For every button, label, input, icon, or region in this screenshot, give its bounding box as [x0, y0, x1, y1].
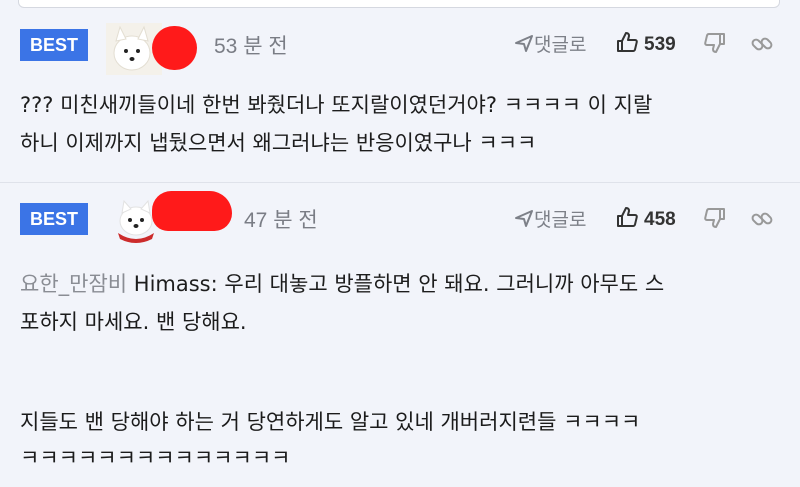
thumbs-up-icon — [617, 207, 638, 227]
comment-input-box[interactable] — [18, 0, 780, 8]
dislike-button[interactable] — [704, 32, 726, 58]
comment-item: BEST 47 분 전 댓글로 458 요한_만잠비 Himass: 우리 대놓… — [0, 183, 800, 487]
thumbs-down-icon — [704, 208, 725, 228]
comment-line: ??? 미친새끼들이네 한번 봐줬더나 또지랄이였던거야? ㅋㅋㅋㅋ 이 지랄 — [20, 93, 653, 117]
reply-label: 댓글로 — [534, 209, 587, 231]
reply-arrow-icon — [515, 210, 533, 227]
top-strip — [0, 0, 800, 12]
comment-item: BEST 53 분 전 댓글로 539 ??? 미친새끼들이네 한번 봐줬더나 … — [0, 12, 800, 182]
reply-label: 댓글로 — [534, 34, 587, 56]
redacted-username — [152, 191, 232, 231]
share-link-button[interactable] — [750, 207, 774, 235]
dislike-button[interactable] — [704, 207, 726, 233]
comment-time: 53 분 전 — [214, 35, 288, 58]
comment-line: 포하지 마세요. 밴 당해요. — [20, 310, 247, 334]
comment-header: BEST 47 분 전 댓글로 458 — [0, 183, 800, 243]
like-count: 539 — [644, 34, 676, 55]
share-link-button[interactable] — [750, 32, 774, 60]
comment-header: BEST 53 분 전 댓글로 539 — [0, 12, 800, 75]
link-icon — [751, 212, 773, 226]
redacted-username — [152, 26, 197, 70]
quoted-text: Himass: 우리 대놓고 방플하면 안 돼요. 그러니까 아무도 스 — [127, 272, 665, 296]
best-badge: BEST — [20, 29, 88, 61]
comment-line: 지들도 밴 당해야 하는 거 당연하게도 알고 있네 개버러지련들 ㅋㅋㅋㅋ — [20, 410, 641, 434]
like-button[interactable]: 458 — [616, 206, 676, 231]
like-button[interactable]: 539 — [616, 31, 676, 56]
best-badge: BEST — [20, 203, 88, 235]
reply-arrow-icon — [515, 35, 533, 52]
comment-body: ??? 미친새끼들이네 한번 봐줬더나 또지랄이였던거야? ㅋㅋㅋㅋ 이 지랄 … — [20, 86, 790, 162]
like-count: 458 — [644, 209, 676, 230]
quoted-author: 요한_만잠비 — [20, 272, 128, 296]
thumbs-down-icon — [704, 33, 725, 53]
reply-button[interactable]: 댓글로 — [514, 205, 586, 232]
link-icon — [751, 37, 773, 51]
quoted-line: 요한_만잠비 Himass: 우리 대놓고 방플하면 안 돼요. 그러니까 아무… — [20, 265, 790, 303]
thumbs-up-icon — [617, 32, 638, 52]
reply-button[interactable]: 댓글로 — [514, 30, 586, 57]
comment-time: 47 분 전 — [244, 209, 318, 232]
comment-line: 하니 이제까지 냅뒀으면서 왜그러냐는 반응이였구나 ㅋㅋㅋ — [20, 131, 537, 155]
comment-line: ㅋㅋㅋㅋㅋㅋㅋㅋㅋㅋㅋㅋㅋㅋ — [20, 446, 291, 470]
